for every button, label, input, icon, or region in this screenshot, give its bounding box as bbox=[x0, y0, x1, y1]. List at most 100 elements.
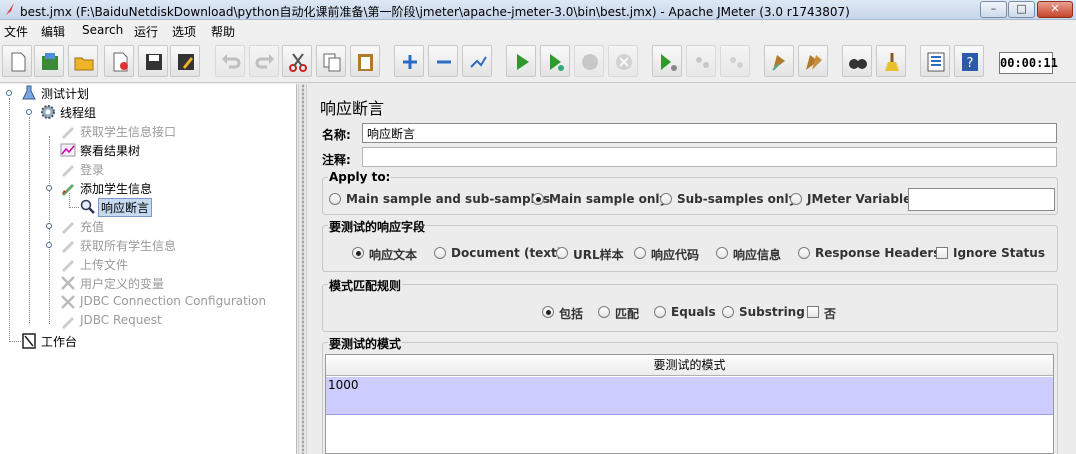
pen-icon bbox=[62, 222, 74, 234]
tree-node-label: 登录 bbox=[80, 163, 105, 177]
apply-to-title: Apply to: bbox=[328, 170, 392, 184]
pattern-rules-title: 模式匹配规则 bbox=[328, 277, 403, 294]
pattern-rules-group: 模式匹配规则 包括 匹配 Equals Substring 否 bbox=[322, 277, 1058, 332]
response-field-group: 要测试的响应字段 响应文本 Document (text) URL样本 响应代码… bbox=[322, 218, 1058, 272]
tree-node-label: 用户定义的变量 bbox=[80, 277, 165, 291]
menu-search[interactable]: Search bbox=[82, 23, 123, 37]
tree-expand-handle[interactable] bbox=[46, 185, 52, 191]
tree-connector bbox=[49, 136, 50, 324]
apply-to-group: Apply to: Main sample and sub-samples Ma… bbox=[322, 170, 1058, 215]
magnifier-icon bbox=[80, 199, 95, 214]
tree-node-label: JDBC Request bbox=[80, 313, 162, 327]
svg-text:?: ? bbox=[967, 56, 974, 71]
close-icon[interactable] bbox=[104, 45, 134, 77]
tree-expand-handle[interactable] bbox=[6, 90, 12, 96]
maximize-button[interactable]: □ bbox=[1008, 1, 1035, 18]
pen-icon bbox=[62, 127, 74, 139]
toggle-icon[interactable] bbox=[462, 45, 492, 77]
new-icon[interactable] bbox=[2, 45, 32, 77]
start-no-pause-icon[interactable] bbox=[540, 45, 570, 77]
clear-icon[interactable] bbox=[764, 45, 794, 77]
open-icon[interactable] bbox=[68, 45, 98, 77]
pen-icon bbox=[62, 241, 74, 253]
function-helper-icon[interactable] bbox=[920, 45, 950, 77]
tree-connector bbox=[29, 117, 30, 323]
tree-connector bbox=[9, 341, 21, 342]
tree-node-label: 获取所有学生信息 bbox=[80, 239, 177, 253]
tree-node-label: 线程组 bbox=[60, 106, 97, 120]
remote-start-icon[interactable] bbox=[652, 45, 682, 77]
window-title-bar: best.jmx (F:\BaiduNetdiskDownload\python… bbox=[0, 0, 1076, 20]
shutdown-icon[interactable] bbox=[608, 45, 638, 77]
tree-node-label: 察看结果树 bbox=[80, 144, 141, 158]
panel-title: 响应断言 bbox=[320, 99, 385, 118]
menu-run[interactable]: 运行 bbox=[134, 23, 158, 40]
pen-icon bbox=[62, 260, 74, 272]
remote-stop-icon[interactable] bbox=[686, 45, 716, 77]
tree-node-label: 上传文件 bbox=[80, 258, 129, 272]
tree-node-label: 添加学生信息 bbox=[80, 182, 153, 196]
start-icon[interactable] bbox=[506, 45, 536, 77]
copy-icon[interactable] bbox=[316, 45, 346, 77]
config-x-icon bbox=[61, 276, 75, 290]
menu-options[interactable]: 选项 bbox=[172, 23, 196, 40]
save-icon[interactable] bbox=[138, 45, 168, 77]
clear-all-icon[interactable] bbox=[798, 45, 828, 77]
patterns-table: 要测试的模式 1000 bbox=[325, 354, 1054, 454]
templates-icon[interactable] bbox=[34, 45, 64, 77]
toolbar: ? bbox=[0, 41, 1076, 83]
test-plan-tree[interactable]: 测试计划 线程组 获取学生信息接口 察看结果树 登录 添加学生信息 响应断言 充… bbox=[0, 84, 297, 454]
tree-expand-handle[interactable] bbox=[46, 242, 52, 248]
tree-node-label: 工作台 bbox=[41, 335, 78, 349]
paste-icon[interactable] bbox=[350, 45, 380, 77]
pen-icon bbox=[62, 165, 74, 177]
workbench-icon bbox=[22, 333, 36, 349]
gear-icon bbox=[41, 105, 55, 119]
flask-icon bbox=[22, 85, 36, 100]
patterns-column-header: 要测试的模式 bbox=[326, 355, 1053, 376]
remote-shutdown-icon[interactable] bbox=[720, 45, 750, 77]
menu-help[interactable]: 帮助 bbox=[211, 23, 235, 40]
undo-icon[interactable] bbox=[215, 45, 245, 77]
pen-icon bbox=[62, 184, 74, 196]
tree-expand-handle[interactable] bbox=[26, 109, 32, 115]
elapsed-timer: 00:00:11 bbox=[999, 52, 1058, 74]
config-x-icon bbox=[61, 295, 75, 309]
stop-icon[interactable] bbox=[574, 45, 604, 77]
minimize-button[interactable]: – bbox=[980, 1, 1007, 18]
tree-expand-handle[interactable] bbox=[46, 223, 52, 229]
table-row[interactable]: 1000 bbox=[326, 377, 1053, 415]
patterns-title: 要测试的模式 bbox=[328, 335, 403, 352]
pane-splitter[interactable] bbox=[298, 84, 307, 454]
expand-icon[interactable] bbox=[394, 45, 424, 77]
response-field-title: 要测试的响应字段 bbox=[328, 218, 427, 235]
redo-icon[interactable] bbox=[249, 45, 279, 77]
help-icon[interactable]: ? bbox=[954, 45, 984, 77]
search-icon[interactable] bbox=[842, 45, 872, 77]
response-assertion-panel: 响应断言 名称: 注释: Apply to: Main sample and s… bbox=[308, 84, 1076, 454]
name-input[interactable] bbox=[362, 123, 1057, 143]
pen-icon bbox=[62, 317, 74, 329]
menu-file[interactable]: 文件 bbox=[4, 23, 28, 40]
tree-connector bbox=[9, 98, 10, 342]
save-as-icon[interactable] bbox=[170, 45, 200, 77]
tree-node-label: 响应断言 bbox=[98, 198, 153, 217]
tree-connector bbox=[69, 207, 79, 208]
comment-label: 注释: bbox=[322, 153, 351, 167]
chart-icon bbox=[60, 143, 76, 157]
tree-node-label: 测试计划 bbox=[41, 87, 90, 101]
close-window-button[interactable]: ✕ bbox=[1037, 1, 1073, 18]
jmeter-variable-input[interactable] bbox=[908, 188, 1055, 211]
name-label: 名称: bbox=[322, 128, 351, 142]
jmeter-feather-icon bbox=[6, 3, 14, 15]
tree-node-label: 充值 bbox=[80, 220, 105, 234]
window-title: best.jmx (F:\BaiduNetdiskDownload\python… bbox=[20, 5, 850, 19]
menu-edit[interactable]: 编辑 bbox=[41, 23, 65, 40]
collapse-icon[interactable] bbox=[428, 45, 458, 77]
reset-search-icon[interactable] bbox=[876, 45, 906, 77]
tree-node-label: 获取学生信息接口 bbox=[80, 125, 177, 139]
comment-input[interactable] bbox=[362, 147, 1057, 167]
tree-node-label: JDBC Connection Configuration bbox=[80, 294, 267, 308]
cut-icon[interactable] bbox=[282, 45, 312, 77]
menu-bar: 文件 编辑 Search 运行 选项 帮助 bbox=[0, 20, 1076, 41]
